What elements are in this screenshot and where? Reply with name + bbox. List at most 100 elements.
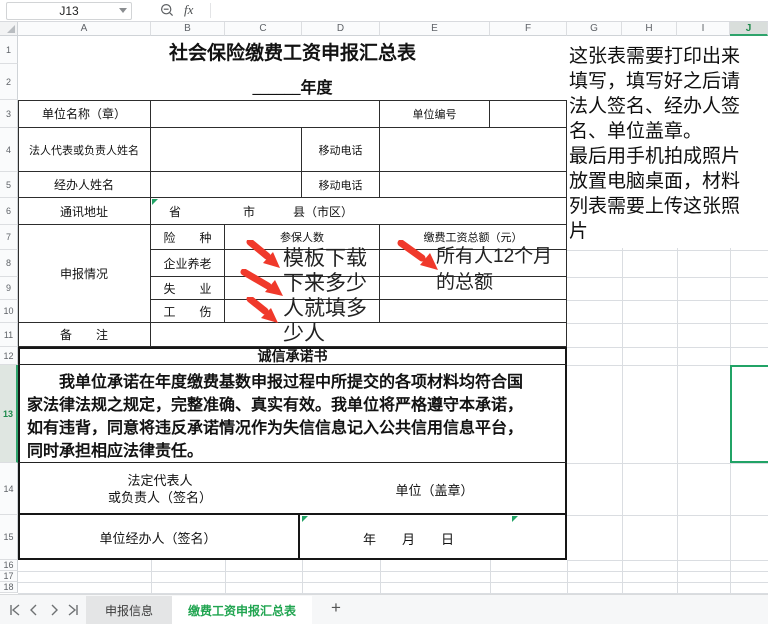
row-header[interactable]: 8 (0, 250, 18, 277)
injury-label-cell[interactable]: 工 伤 (151, 300, 225, 323)
province-label: 省 (169, 204, 182, 219)
gridline (567, 300, 768, 301)
column-header[interactable]: B (151, 22, 225, 36)
last-sheet-icon[interactable] (68, 604, 80, 616)
wage-annotation-note: 所有人12个月 的总额 (436, 246, 553, 293)
row-header[interactable]: 13 (0, 365, 18, 463)
gridline (567, 347, 768, 348)
column-header[interactable]: F (490, 22, 567, 36)
declare-label-cell[interactable]: 申报情况 (18, 225, 151, 323)
cell-marker-icon (512, 516, 518, 522)
row-header[interactable]: 9 (0, 277, 18, 300)
column-header[interactable]: I (677, 22, 730, 36)
formula-toolbar: J13 fx (0, 0, 768, 22)
row-header[interactable]: 14 (0, 463, 18, 515)
formula-bar[interactable] (212, 0, 768, 20)
mobile-label-cell-2[interactable]: 移动电话 (302, 172, 380, 198)
name-box[interactable]: J13 (6, 2, 132, 20)
column-header[interactable]: A (18, 22, 151, 36)
county-label: 县（市区） (293, 204, 354, 219)
gridline (567, 250, 768, 251)
row-header[interactable]: 3 (0, 100, 18, 128)
add-sheet-button[interactable]: + (326, 598, 346, 618)
column-header[interactable]: J (730, 22, 768, 36)
name-box-value: J13 (59, 4, 79, 18)
red-arrow-icon (397, 240, 438, 270)
unit-name-label-cell[interactable]: 单位名称（章） (18, 100, 151, 128)
first-sheet-icon[interactable] (8, 604, 20, 616)
agent-input-cell[interactable] (151, 172, 302, 198)
gridline (18, 571, 768, 572)
column-header[interactable]: C (225, 22, 302, 36)
row-header[interactable]: 10 (0, 300, 18, 323)
sheet-tab-bar: 申报信息 缴费工资申报汇总表 + (0, 594, 768, 624)
unit-name-input-cell[interactable] (151, 100, 380, 128)
side-instruction-note: 这张表需要打印出来 填写，填写好之后请 法人签名、经办人签 名、单位盖章。 最后… (569, 46, 741, 242)
gridline (567, 463, 768, 464)
row-header[interactable]: 17 (0, 571, 18, 582)
cell-marker-icon (152, 199, 158, 205)
gridline (18, 582, 768, 583)
fx-icon[interactable]: fx (184, 2, 193, 18)
unit-code-label-cell[interactable]: 单位编号 (380, 100, 490, 128)
corner-triangle-icon (7, 25, 15, 33)
row-header[interactable]: 5 (0, 172, 18, 198)
spreadsheet-app: J13 fx A B C D E F G H I J 1 2 3 4 5 6 7 8 9 10 11 12 13 14 15 16… (0, 0, 768, 624)
divider (210, 3, 211, 18)
prev-sheet-icon[interactable] (28, 604, 40, 616)
insurance-type-header-cell[interactable]: 险 种 (151, 225, 225, 250)
form-title-cell[interactable]: 社会保险缴费工资申报汇总表 (18, 38, 567, 65)
select-all-corner[interactable] (0, 22, 18, 36)
row-header[interactable]: 4 (0, 128, 18, 172)
unemployment-label-cell[interactable]: 失 业 (151, 277, 225, 300)
chevron-down-icon[interactable] (119, 8, 127, 13)
agent-label-cell[interactable]: 经办人姓名 (18, 172, 151, 198)
row-header[interactable]: 18 (0, 582, 18, 593)
unit-seal-label: 单位（盖章） (395, 482, 474, 498)
gridline (225, 560, 226, 593)
remark-label-cell[interactable]: 备 注 (18, 323, 151, 347)
row-header[interactable]: 1 (0, 36, 18, 64)
row-header[interactable]: 12 (0, 347, 18, 365)
column-header[interactable]: D (302, 22, 380, 36)
pension-label-cell[interactable]: 企业养老 (151, 250, 225, 277)
column-header[interactable]: G (567, 22, 622, 36)
mobile-input-cell-1[interactable] (380, 128, 567, 172)
address-label-cell[interactable]: 通讯地址 (18, 198, 151, 225)
address-input-cell[interactable]: 省 市 县（市区） (151, 198, 567, 225)
row-header[interactable]: 15 (0, 515, 18, 560)
row-header[interactable]: 11 (0, 323, 18, 347)
column-header[interactable]: E (380, 22, 490, 36)
gridline (490, 560, 491, 593)
gridline (567, 560, 568, 593)
gridline (567, 323, 768, 324)
agent-sign-label-cell[interactable]: 单位经办人（签名） (18, 515, 300, 560)
mobile-label-cell-1[interactable]: 移动电话 (302, 128, 380, 172)
legal-rep-sign-label: 法定代表人 或负责人（签名） (107, 473, 212, 505)
column-header[interactable]: H (622, 22, 677, 36)
legal-rep-input-cell[interactable] (151, 128, 302, 172)
red-arrow-icon (240, 269, 283, 296)
row-header[interactable]: 6 (0, 198, 18, 225)
commitment-body-cell[interactable]: 我单位承诺在年度缴费基数申报过程中所提交的各项材料均符合国 家法律法规之规定，完… (18, 365, 567, 463)
date-label: 年 月 日 (363, 532, 455, 547)
selected-cell-outline (730, 365, 768, 463)
row-header[interactable]: 16 (0, 560, 18, 571)
mobile-input-cell-2[interactable] (380, 172, 567, 198)
legal-rep-label-cell[interactable]: 法人代表或负责人姓名 (18, 128, 151, 172)
gridline (567, 515, 768, 516)
gridline (302, 560, 303, 593)
zoom-out-icon[interactable] (160, 3, 174, 17)
gridline (567, 560, 768, 561)
sheet-tab-wage-summary[interactable]: 缴费工资申报汇总表 (172, 596, 312, 624)
sheet-tab-declare-info[interactable]: 申报信息 (86, 596, 173, 624)
form-year-cell[interactable]: ______年度 (18, 74, 567, 98)
gridline (567, 277, 768, 278)
commitment-title-cell[interactable]: 诚信承诺书 (18, 347, 567, 365)
gridline (151, 560, 152, 593)
injury-wage-cell[interactable] (380, 300, 567, 323)
next-sheet-icon[interactable] (48, 604, 60, 616)
unit-code-input-cell[interactable] (490, 100, 567, 128)
row-header[interactable]: 2 (0, 64, 18, 100)
row-header[interactable]: 7 (0, 225, 18, 250)
